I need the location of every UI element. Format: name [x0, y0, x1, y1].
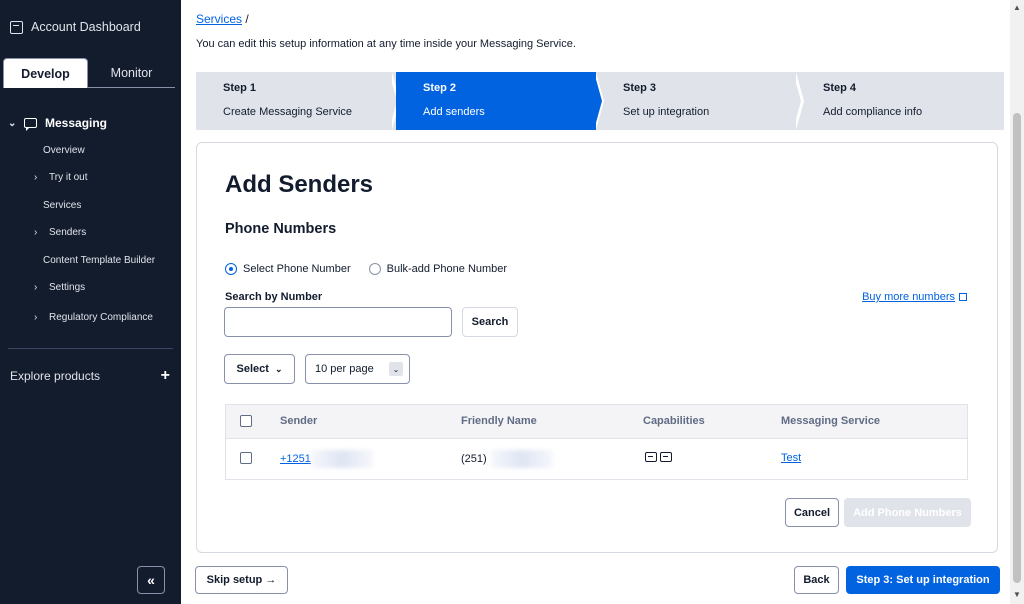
radio-label: Select Phone Number — [243, 263, 351, 275]
table-header: Sender Friendly Name Capabilities Messag… — [226, 405, 967, 439]
radio-checked-icon — [225, 263, 237, 275]
setup-stepper: Step 1 Create Messaging Service Step 2 A… — [196, 72, 1004, 130]
messaging-service-link[interactable]: Test — [781, 452, 801, 464]
step-number: Step 4 — [823, 82, 857, 94]
sidebar-item-label: Senders — [49, 227, 87, 238]
explore-products-label: Explore products — [10, 369, 101, 383]
sender-cell: +1251 — [280, 450, 373, 468]
mms-icon — [660, 452, 672, 462]
add-senders-card: Add Senders Phone Numbers Select Phone N… — [196, 142, 998, 553]
buy-more-numbers-link[interactable]: Buy more numbers — [862, 291, 967, 303]
chevron-right-icon: › — [34, 172, 38, 183]
external-link-icon — [959, 293, 967, 301]
sidebar: Account Dashboard Develop Monitor ⌄ Mess… — [0, 0, 181, 604]
sender-number-link[interactable]: +1251 — [280, 453, 311, 465]
chevron-right-icon: › — [34, 282, 38, 293]
column-header-messaging-service: Messaging Service — [781, 415, 881, 427]
capabilities-cell — [645, 452, 675, 465]
step-2: Step 2 Add senders — [396, 72, 596, 130]
scrollbar-thumb[interactable] — [1013, 113, 1021, 583]
section-title: Phone Numbers — [225, 221, 337, 237]
radio-select-phone-number[interactable]: Select Phone Number — [225, 263, 351, 275]
skip-setup-button[interactable]: Skip setup → — [195, 566, 288, 594]
cancel-button[interactable]: Cancel — [785, 498, 839, 527]
breadcrumb-separator: / — [245, 12, 249, 26]
intro-text: You can edit this setup information at a… — [196, 38, 576, 50]
account-dashboard-link[interactable]: Account Dashboard — [10, 20, 141, 34]
step-separator — [594, 72, 602, 130]
add-phone-numbers-button[interactable]: Add Phone Numbers — [844, 498, 971, 527]
breadcrumb: Services / — [196, 12, 249, 26]
next-step-button[interactable]: Step 3: Set up integration — [846, 566, 1000, 594]
step-separator — [396, 72, 404, 130]
column-header-capabilities: Capabilities — [643, 415, 705, 427]
radio-bulk-add-phone-number[interactable]: Bulk-add Phone Number — [368, 263, 508, 275]
sidebar-item-label: Regulatory Compliance — [49, 312, 153, 323]
plus-icon: + — [160, 367, 170, 384]
step-label: Create Messaging Service — [223, 106, 353, 118]
page-title: Add Senders — [225, 171, 374, 198]
tab-monitor[interactable]: Monitor — [88, 58, 175, 88]
page-scrollbar[interactable]: ▲ ▼ — [1010, 0, 1024, 604]
column-header-sender: Sender — [280, 415, 318, 427]
chevron-down-icon: ⌄ — [8, 117, 17, 129]
friendly-name-cell: (251) — [461, 450, 553, 468]
sidebar-item-label: Settings — [49, 282, 86, 293]
back-button[interactable]: Back — [794, 566, 839, 594]
select-dropdown[interactable]: Select ⌄ — [224, 354, 295, 384]
search-input[interactable] — [224, 307, 452, 337]
row-checkbox[interactable] — [240, 452, 252, 464]
tab-develop[interactable]: Develop — [3, 58, 88, 88]
explore-products-button[interactable]: Explore products + — [10, 367, 170, 385]
sidebar-divider — [8, 348, 173, 349]
friendly-name-value: (251) — [461, 452, 487, 465]
chevron-right-icon: › — [34, 227, 38, 238]
sms-icon — [645, 452, 657, 462]
step-label: Add compliance info — [823, 106, 923, 118]
breadcrumb-services-link[interactable]: Services — [196, 12, 242, 26]
sidebar-item-label: Messaging — [45, 116, 108, 130]
sidebar-item-label: Try it out — [49, 172, 88, 183]
senders-table: Sender Friendly Name Capabilities Messag… — [225, 404, 968, 480]
sidebar-item-regulatory-compliance[interactable]: › Regulatory Compliance — [34, 312, 215, 323]
radio-label: Bulk-add Phone Number — [386, 263, 508, 275]
chat-icon — [24, 118, 37, 131]
step-label: Add senders — [423, 106, 485, 118]
search-button[interactable]: Search — [462, 307, 518, 337]
step-number: Step 3 — [623, 82, 657, 94]
step-4: Step 4 Add compliance info — [796, 72, 1004, 130]
step-1: Step 1 Create Messaging Service — [196, 72, 396, 130]
sidebar-item-settings[interactable]: › Settings — [34, 282, 215, 293]
step-label: Set up integration — [623, 106, 710, 118]
sidebar-item-senders[interactable]: › Senders — [34, 227, 215, 238]
step-number: Step 1 — [223, 82, 257, 94]
account-dashboard-label: Account Dashboard — [31, 20, 141, 34]
chevron-right-icon: › — [34, 312, 38, 323]
redacted-region — [310, 450, 373, 468]
step-3: Step 3 Set up integration — [596, 72, 796, 130]
chevron-down-icon: ⌄ — [389, 362, 403, 376]
radio-unchecked-icon — [368, 263, 381, 275]
collapse-sidebar-button[interactable]: « — [137, 566, 165, 594]
chevron-down-icon: ⌄ — [274, 363, 283, 374]
column-header-friendly-name: Friendly Name — [461, 415, 537, 427]
search-label: Search by Number — [225, 291, 323, 303]
dashboard-icon — [10, 20, 23, 34]
sidebar-tabs: Develop Monitor — [3, 58, 175, 88]
per-page-select[interactable]: 10 per page ⌄ — [305, 354, 410, 384]
step-number: Step 2 — [423, 82, 457, 94]
buy-more-numbers-label: Buy more numbers — [862, 291, 955, 303]
scroll-down-icon[interactable]: ▼ — [1013, 590, 1021, 599]
step-separator — [793, 72, 801, 130]
per-page-value: 10 per page — [315, 363, 374, 375]
redacted-region — [490, 450, 553, 468]
select-all-checkbox[interactable] — [240, 415, 252, 427]
sidebar-item-try-it-out[interactable]: › Try it out — [34, 172, 215, 183]
sender-mode-radio-group: Select Phone Number Bulk-add Phone Numbe… — [225, 263, 507, 275]
sidebar-item-messaging[interactable]: ⌄ Messaging — [8, 116, 189, 131]
scroll-up-icon[interactable]: ▲ — [1013, 3, 1021, 12]
select-dropdown-label: Select — [236, 363, 269, 375]
